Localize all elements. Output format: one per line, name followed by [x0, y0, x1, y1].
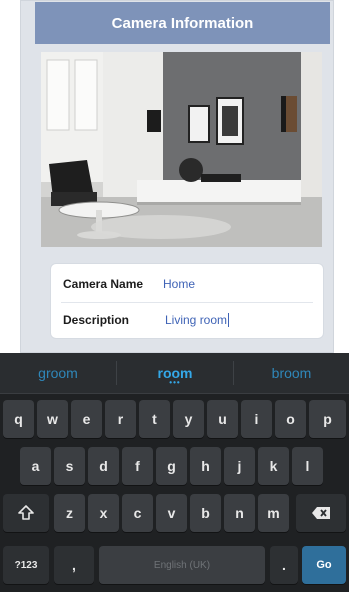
key-p[interactable]: p: [309, 400, 346, 438]
key-x[interactable]: x: [88, 494, 119, 532]
key-n[interactable]: n: [224, 494, 255, 532]
suggestion-3[interactable]: broom: [234, 353, 349, 393]
shift-icon: [18, 505, 34, 521]
key-h[interactable]: h: [190, 447, 221, 485]
key-i[interactable]: i: [241, 400, 272, 438]
key-t[interactable]: t: [139, 400, 170, 438]
backspace-icon: [311, 506, 331, 520]
key-l[interactable]: l: [292, 447, 323, 485]
description-row: Description Living room: [51, 302, 323, 338]
more-suggestions-icon: •••: [169, 378, 181, 387]
suggestion-1[interactable]: groom: [0, 353, 116, 393]
key-r[interactable]: r: [105, 400, 136, 438]
key-c[interactable]: c: [122, 494, 153, 532]
key-j[interactable]: j: [224, 447, 255, 485]
key-d[interactable]: d: [88, 447, 119, 485]
camera-details-form: Camera Name Home Description Living room: [50, 263, 324, 339]
key-e[interactable]: e: [71, 400, 102, 438]
space-key[interactable]: English (UK): [99, 546, 265, 584]
suggestion-2[interactable]: room •••: [117, 353, 233, 393]
key-o[interactable]: o: [275, 400, 306, 438]
suggestion-strip: groom room ••• broom: [0, 353, 349, 394]
camera-name-row: Camera Name Home: [51, 266, 323, 303]
key-y[interactable]: y: [173, 400, 204, 438]
description-field[interactable]: Living room: [163, 312, 230, 328]
symbols-key[interactable]: ?123: [3, 546, 49, 584]
key-v[interactable]: v: [156, 494, 187, 532]
key-k[interactable]: k: [258, 447, 289, 485]
camera-name-label: Camera Name: [63, 277, 144, 291]
camera-snapshot-image: [41, 52, 322, 247]
page-title: Camera Information: [35, 2, 330, 44]
period-key[interactable]: .: [270, 546, 298, 584]
key-s[interactable]: s: [54, 447, 85, 485]
camera-info-screen: Camera Information Camera Name Home Desc…: [20, 0, 334, 353]
key-f[interactable]: f: [122, 447, 153, 485]
backspace-key[interactable]: [296, 494, 346, 532]
key-q[interactable]: q: [3, 400, 34, 438]
key-a[interactable]: a: [20, 447, 51, 485]
shift-key[interactable]: [3, 494, 49, 532]
key-m[interactable]: m: [258, 494, 289, 532]
comma-key[interactable]: ,: [54, 546, 94, 584]
description-label: Description: [63, 313, 130, 327]
go-key[interactable]: Go: [302, 546, 346, 584]
key-g[interactable]: g: [156, 447, 187, 485]
description-value: Living room: [165, 312, 228, 327]
soft-keyboard: groom room ••• broom q w e r t y u i o p…: [0, 353, 349, 592]
key-w[interactable]: w: [37, 400, 68, 438]
key-u[interactable]: u: [207, 400, 238, 438]
text-cursor: [228, 313, 230, 328]
camera-name-field[interactable]: Home: [163, 277, 195, 291]
key-z[interactable]: z: [54, 494, 85, 532]
key-b[interactable]: b: [190, 494, 221, 532]
